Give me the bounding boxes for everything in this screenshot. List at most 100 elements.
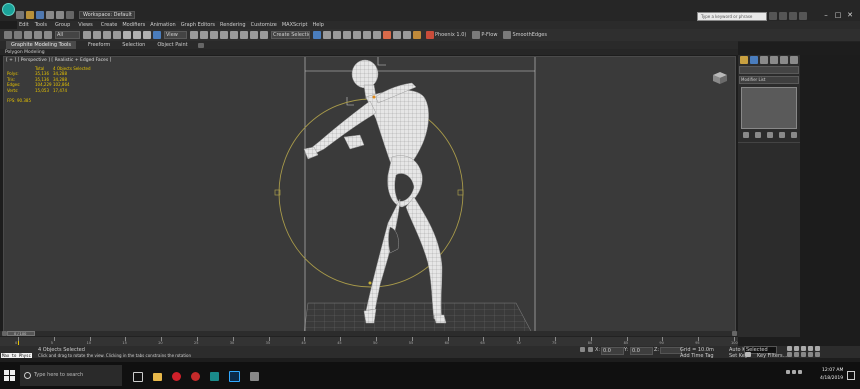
3ds-max-logo-icon[interactable] <box>2 3 15 16</box>
workspace-dropdown[interactable]: Workspace: Default <box>79 10 135 19</box>
y-coordinate-field[interactable]: 0.0 <box>630 347 653 355</box>
modifier-stack[interactable] <box>741 87 797 129</box>
close-icon[interactable]: ✕ <box>844 11 856 19</box>
zoom-icon[interactable] <box>787 352 792 357</box>
key-filters-button[interactable]: Key Filters... <box>757 353 787 359</box>
layer-explorer-icon[interactable] <box>343 31 351 39</box>
media-player-icon[interactable] <box>191 372 200 381</box>
tray-arrow-icon[interactable] <box>786 370 790 374</box>
menu-graph-editors[interactable]: Graph Editors <box>181 22 215 28</box>
photoshop-icon[interactable] <box>229 371 240 382</box>
named-selection-dropdown[interactable]: Create Selection Se <box>271 31 310 39</box>
notifications-icon[interactable] <box>847 371 855 380</box>
keyboard-shortcut-override-icon[interactable] <box>210 31 218 39</box>
minimize-icon[interactable]: – <box>820 11 832 19</box>
select-and-rotate-icon[interactable] <box>133 31 141 39</box>
maximize-icon[interactable]: □ <box>832 11 844 19</box>
file-explorer-icon[interactable] <box>153 372 162 381</box>
go-to-start-icon[interactable] <box>787 346 792 351</box>
taskbar-date[interactable]: 4/18/2019 <box>820 376 843 381</box>
undo-icon[interactable] <box>4 31 12 39</box>
menu-customize[interactable]: Customize <box>251 22 277 28</box>
menu-views[interactable]: Views <box>78 22 92 28</box>
menu-modifiers[interactable]: Modifiers <box>122 22 145 28</box>
menu-group[interactable]: Group <box>55 22 70 28</box>
render-setup-icon[interactable] <box>393 31 401 39</box>
tab-freeform[interactable]: Freeform <box>88 42 110 48</box>
app-icon-3ds[interactable] <box>210 372 219 381</box>
smooth-edges-icon[interactable] <box>503 31 512 39</box>
dancer-mesh-model[interactable] <box>303 59 447 324</box>
tab-object-paint[interactable]: Object Paint <box>157 42 187 48</box>
select-by-name-icon[interactable] <box>93 31 101 39</box>
pflow-icon[interactable] <box>472 31 481 39</box>
opera-icon[interactable] <box>172 372 181 381</box>
zoom-all-icon[interactable] <box>794 352 799 357</box>
perspective-viewport[interactable]: [ + ] [ Perspective ] [ Realistic + Edge… <box>3 56 736 332</box>
orbit-icon[interactable] <box>808 352 813 357</box>
redo-icon[interactable] <box>56 10 64 19</box>
remove-modifier-icon[interactable] <box>779 132 785 138</box>
snaps-toggle-icon[interactable] <box>220 31 228 39</box>
windows-start-icon[interactable] <box>4 370 15 381</box>
favorites-icon[interactable] <box>789 12 797 20</box>
go-to-end-icon[interactable] <box>815 346 820 351</box>
object-name-field[interactable] <box>739 66 799 74</box>
next-frame-icon[interactable] <box>808 346 813 351</box>
help-icon[interactable] <box>799 12 807 20</box>
motion-tab-icon[interactable] <box>770 56 778 64</box>
select-link-icon[interactable] <box>24 31 32 39</box>
redo-icon[interactable] <box>14 31 22 39</box>
select-and-move-icon[interactable] <box>123 31 131 39</box>
unlink-icon[interactable] <box>34 31 42 39</box>
communication-center-icon[interactable] <box>779 12 787 20</box>
set-key-icon[interactable] <box>745 352 751 357</box>
selection-filter-dropdown[interactable]: All <box>55 31 80 39</box>
z-coordinate-field[interactable] <box>660 347 682 354</box>
polygon-modeling-panel[interactable]: Polygon Modeling <box>5 50 45 55</box>
modify-tab-icon[interactable] <box>750 56 758 64</box>
menu-maxscript[interactable]: MAXScript <box>282 22 308 28</box>
open-file-icon[interactable] <box>26 10 34 19</box>
maxscript-listener-field[interactable]: Max to Physc <box>1 353 32 358</box>
window-crossing-icon[interactable] <box>113 31 121 39</box>
absolute-mode-icon[interactable] <box>588 347 593 352</box>
save-file-icon[interactable] <box>36 10 44 19</box>
taskbar-search-box[interactable]: Type here to search <box>20 365 122 386</box>
play-icon[interactable] <box>801 346 806 351</box>
menu-animation[interactable]: Animation <box>150 22 176 28</box>
smooth-edges-toolbar-label[interactable]: SmoothEdges <box>512 32 546 38</box>
ribbon-options-icon[interactable] <box>197 42 204 48</box>
app-icon-generic[interactable] <box>250 372 259 381</box>
select-and-scale-icon[interactable] <box>143 31 151 39</box>
configure-sets-icon[interactable] <box>791 132 797 138</box>
menu-rendering[interactable]: Rendering <box>220 22 246 28</box>
menu-edit[interactable]: Edit <box>19 22 29 28</box>
show-end-result-icon[interactable] <box>755 132 761 138</box>
modifier-list-dropdown[interactable]: Modifier List <box>739 76 799 84</box>
render-production-icon[interactable] <box>413 31 421 39</box>
menu-create[interactable]: Create <box>101 22 118 28</box>
mirror-icon[interactable] <box>313 31 321 39</box>
phoenix-toolbar-label[interactable]: Phoenix 1.0) <box>435 32 466 38</box>
pivot-center-icon[interactable] <box>190 31 198 39</box>
select-object-icon[interactable] <box>83 31 91 39</box>
x-coordinate-field[interactable]: 0.0 <box>601 347 624 355</box>
rendered-frame-window-icon[interactable] <box>403 31 411 39</box>
project-folder-icon[interactable] <box>66 10 74 19</box>
volume-icon[interactable] <box>798 370 802 374</box>
menu-help[interactable]: Help <box>313 22 324 28</box>
spinner-snap-icon[interactable] <box>250 31 258 39</box>
taskbar-time[interactable]: 12:07 AM <box>822 368 843 373</box>
align-icon[interactable] <box>323 31 331 39</box>
percent-snap-icon[interactable] <box>240 31 248 39</box>
maximize-viewport-icon[interactable] <box>815 352 820 357</box>
phoenix-icon[interactable] <box>426 31 434 39</box>
task-view-icon[interactable] <box>133 371 143 382</box>
menu-tools[interactable]: Tools <box>35 22 47 28</box>
tab-selection[interactable]: Selection <box>122 42 145 48</box>
material-editor-icon[interactable] <box>383 31 391 39</box>
edit-named-selection-icon[interactable] <box>260 31 268 39</box>
place-icon[interactable] <box>153 31 161 39</box>
add-time-tag-button[interactable]: Add Time Tag <box>680 353 714 359</box>
